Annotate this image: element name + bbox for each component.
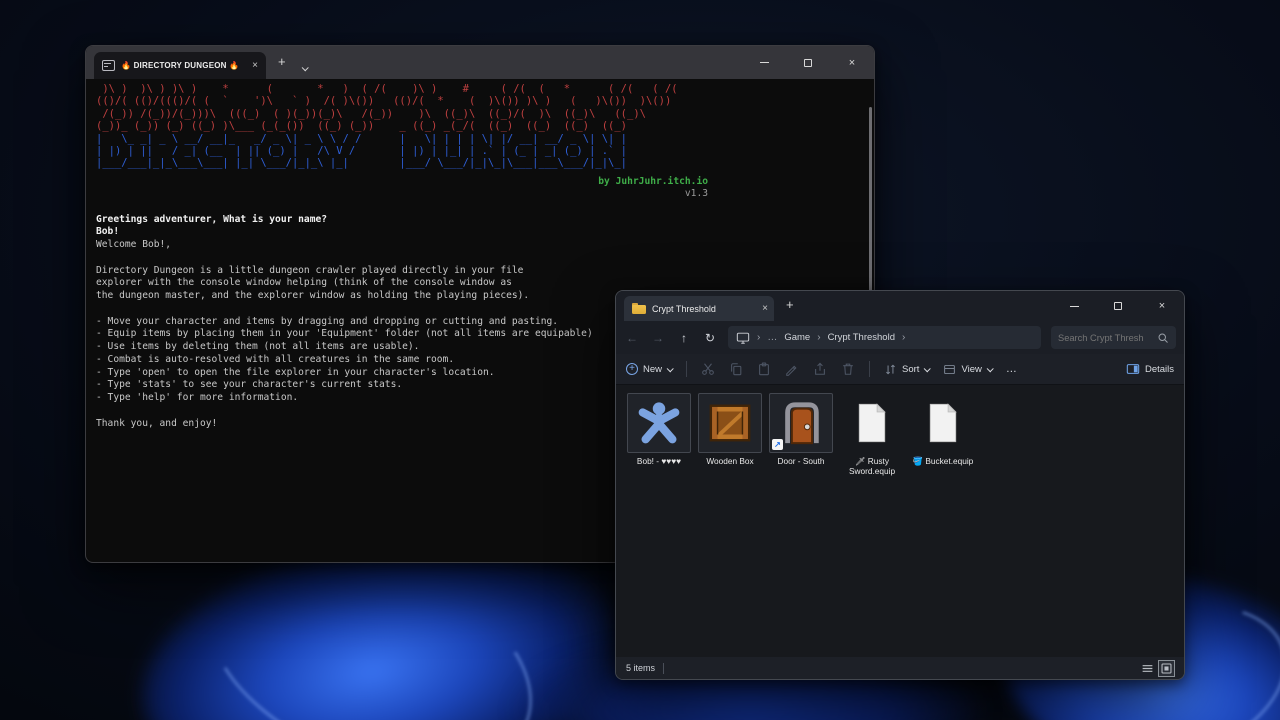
explorer-maximize-button[interactable] <box>1096 291 1140 321</box>
item-count: 5 items <box>626 663 655 673</box>
ascii-art: )\ ) )\ ) )\ ) * ( * ) ( /( )\ ) # ( /( … <box>96 83 874 170</box>
refresh-icon[interactable]: ↻ <box>702 331 718 345</box>
paste-icon[interactable] <box>757 362 771 376</box>
back-icon[interactable]: ← <box>624 331 640 345</box>
file-item-0[interactable]: Bob! - ♥♥♥♥ <box>626 393 692 466</box>
file-item-label: 🗡 Rusty Sword.equip <box>839 456 905 476</box>
file-icon[interactable] <box>911 393 975 453</box>
explorer-tab-close-icon[interactable]: × <box>762 303 768 314</box>
address-bar[interactable]: › … Game › Crypt Threshold › <box>728 326 1041 349</box>
file-item-label: 🪣 Bucket.equip <box>913 456 974 466</box>
explorer-tab[interactable]: Crypt Threshold × <box>624 296 774 321</box>
details-button[interactable]: Details <box>1145 364 1174 375</box>
terminal-text-line: explorer with the console window helping… <box>96 277 874 290</box>
statusbar-divider <box>663 663 664 674</box>
rename-icon[interactable] <box>785 362 799 376</box>
file-item-label: Bob! - ♥♥♥♥ <box>637 456 681 466</box>
explorer-command-bar: + New <box>616 354 1184 385</box>
shortcut-badge-icon: ↗ <box>772 439 783 450</box>
breadcrumb-separator-icon: › <box>757 332 760 343</box>
terminal-tab-dropdown-icon[interactable] <box>302 58 307 76</box>
terminal-new-tab-button[interactable]: + <box>278 55 286 68</box>
ascii-flame-line: )\ ) )\ ) )\ ) * ( * ) ( /( )\ ) # ( /( … <box>96 83 874 95</box>
file-item-4[interactable]: 🪣 Bucket.equip <box>910 393 976 466</box>
search-input[interactable] <box>1058 333 1153 343</box>
terminal-minimize-button[interactable] <box>742 46 786 79</box>
search-box[interactable] <box>1051 326 1176 349</box>
ascii-flame-line: (_))_ (_)) (_) ((_) )\___ (_(_()) ((_) (… <box>96 120 874 132</box>
details-view-icon[interactable] <box>1140 661 1155 676</box>
breadcrumb-segment[interactable]: Game <box>784 332 810 343</box>
sort-button[interactable]: Sort <box>884 363 929 376</box>
view-icon <box>943 363 956 376</box>
byline-text: by JuhrJuhr.itch.io <box>96 176 708 188</box>
explorer-window: Crypt Threshold × + × ← → ↑ ↻ › … Game › C… <box>615 290 1185 680</box>
details-pane-icon <box>1126 362 1140 376</box>
terminal-tab-close-icon[interactable]: × <box>250 60 260 71</box>
terminal-text-line: Bob! <box>96 226 874 239</box>
share-icon[interactable] <box>813 362 827 376</box>
breadcrumb-separator-icon: › <box>817 332 820 343</box>
copy-icon[interactable] <box>729 362 743 376</box>
terminal-text-line: Directory Dungeon is a little dungeon cr… <box>96 265 874 278</box>
new-plus-icon: + <box>626 363 638 375</box>
this-pc-icon[interactable] <box>736 331 750 345</box>
terminal-tab[interactable]: 🔥 DIRECTORY DUNGEON 🔥 × <box>94 52 266 79</box>
version-text: v1.3 <box>96 188 708 200</box>
sort-icon <box>884 363 897 376</box>
ascii-title-line: | |) | || / _| (__ | || (_) | /\ V / | |… <box>96 145 874 157</box>
delete-icon[interactable] <box>841 362 855 376</box>
explorer-minimize-button[interactable] <box>1052 291 1096 321</box>
terminal-maximize-button[interactable] <box>786 46 830 79</box>
explorer-navbar: ← → ↑ ↻ › … Game › Crypt Threshold › <box>616 321 1184 354</box>
breadcrumb: Game › Crypt Threshold › <box>784 332 905 343</box>
terminal-text-line <box>96 252 874 265</box>
ascii-flame-line: /(_)) /(_))/(_)))\ (((_) ( )(_))(_)\ /(_… <box>96 108 874 120</box>
character-icon[interactable] <box>627 393 691 453</box>
breadcrumb-ellipsis[interactable]: … <box>767 332 777 343</box>
large-icons-view-icon[interactable] <box>1159 661 1174 676</box>
terminal-text-line: Welcome Bob!, <box>96 239 874 252</box>
terminal-close-button[interactable]: × <box>830 46 874 79</box>
file-item-2[interactable]: ↗ Door - South <box>768 393 834 466</box>
file-item-1[interactable]: Wooden Box <box>697 393 763 466</box>
breadcrumb-separator-icon: › <box>902 332 905 343</box>
file-item-label: Wooden Box <box>706 456 753 466</box>
explorer-new-tab-button[interactable]: + <box>786 297 794 312</box>
view-button[interactable]: View <box>943 363 991 376</box>
terminal-text-line: Greetings adventurer, What is your name? <box>96 214 874 227</box>
folder-icon <box>632 303 646 314</box>
more-options-icon[interactable]: … <box>1006 363 1018 375</box>
toolbar-divider <box>869 361 870 377</box>
toolbar-divider <box>686 361 687 377</box>
crate-icon[interactable] <box>698 393 762 453</box>
explorer-titlebar[interactable]: Crypt Threshold × + × <box>616 291 1184 321</box>
cut-icon[interactable] <box>701 362 715 376</box>
file-item-label: Door - South <box>777 456 824 466</box>
file-icon[interactable] <box>840 393 904 453</box>
ascii-flame-line: (()/( (()/((()/( ( ` ')\ ` ) /( )\()) ((… <box>96 95 874 107</box>
terminal-app-icon <box>102 60 115 71</box>
terminal-titlebar[interactable]: 🔥 DIRECTORY DUNGEON 🔥 × + × <box>86 46 874 79</box>
search-icon[interactable] <box>1157 332 1169 344</box>
terminal-tab-title: 🔥 DIRECTORY DUNGEON 🔥 <box>121 61 244 70</box>
explorer-close-button[interactable]: × <box>1140 291 1184 321</box>
up-icon[interactable]: ↑ <box>676 331 692 345</box>
explorer-statusbar: 5 items <box>616 657 1184 679</box>
forward-icon[interactable]: → <box>650 331 666 345</box>
file-grid[interactable]: Bob! - ♥♥♥♥ Wooden Box ↗ Door - South 🗡 Rust… <box>616 385 1184 657</box>
ascii-title-line: |___/___|_|_\___\___| |_| \___/|_|_\ |_|… <box>96 157 874 169</box>
explorer-tab-title: Crypt Threshold <box>652 304 756 314</box>
breadcrumb-segment[interactable]: Crypt Threshold <box>828 332 895 343</box>
ascii-title-line: | \_ _| _ \ __/ __|_ _/ _ \| _ \ \ / / |… <box>96 133 874 145</box>
byline-block: by JuhrJuhr.itch.io v1.3 <box>96 176 708 201</box>
file-item-3[interactable]: 🗡 Rusty Sword.equip <box>839 393 905 476</box>
door-icon[interactable]: ↗ <box>769 393 833 453</box>
new-button[interactable]: + New <box>626 363 672 375</box>
